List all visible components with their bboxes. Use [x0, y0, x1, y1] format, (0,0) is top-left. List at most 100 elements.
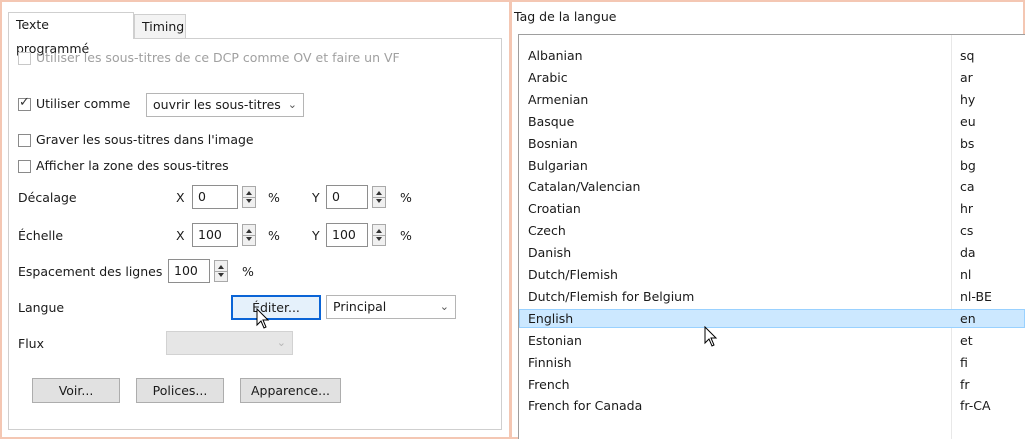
language-name: Bulgarian: [528, 157, 588, 173]
language-tag: fr-CA: [960, 398, 991, 414]
ov-vf-label: Utiliser les sous-titres de ce DCP comme…: [36, 50, 400, 65]
language-list[interactable]: Albanian sq Arabic ar Armenian hy Basque eu Bosn…: [518, 34, 1025, 439]
use-as-value: ouvrir les sous-titres: [153, 97, 281, 112]
language-name: Albanian: [528, 48, 583, 63]
offset-x-value: 0: [198, 189, 206, 204]
language-row[interactable]: Czech cs: [519, 221, 1025, 240]
offset-y-stepper[interactable]: [372, 186, 386, 208]
language-name: Danish: [528, 245, 572, 261]
scale-y-value: 100: [332, 227, 356, 242]
language-tag: da: [960, 245, 976, 261]
scale-y-stepper[interactable]: [372, 224, 386, 246]
language-tag: eu: [960, 113, 976, 129]
chevron-down-icon: ⌄: [439, 300, 449, 313]
use-as-checkbox[interactable]: [18, 95, 31, 111]
arrow-up-icon: [246, 191, 252, 195]
language-tag: fr: [960, 376, 970, 392]
language-label: Langue: [18, 300, 65, 315]
language-tag: bs: [960, 135, 975, 151]
language-tag: et: [960, 332, 973, 348]
language-select[interactable]: Principal ⌄: [326, 295, 456, 319]
language-name: Finnish: [528, 354, 572, 370]
chevron-down-icon: ⌄: [276, 336, 286, 349]
scale-y-label: Y: [312, 228, 320, 243]
language-row[interactable]: Bosnian bs: [519, 134, 1025, 153]
arrow-down-icon: [376, 199, 382, 203]
language-row[interactable]: Estonian et: [519, 331, 1025, 350]
offset-x-input[interactable]: 0: [192, 185, 238, 209]
arrow-down-icon: [246, 199, 252, 203]
language-row[interactable]: Dutch/Flemish for Belgium nl-BE: [519, 287, 1025, 306]
language-tag: fi: [960, 354, 968, 370]
offset-y-value: 0: [332, 189, 340, 204]
fonts-button[interactable]: Polices...: [136, 378, 224, 403]
language-row[interactable]: Armenian hy: [519, 90, 1025, 109]
show-area-label: Afficher la zone des sous-titres: [36, 158, 229, 173]
burn-label: Graver les sous-titres dans l'image: [36, 132, 254, 147]
language-row[interactable]: Arabic ar: [519, 68, 1025, 87]
language-tag: nl-BE: [960, 288, 992, 304]
language-tag: nl: [960, 267, 972, 282]
language-row[interactable]: Basque eu: [519, 112, 1025, 131]
scale-x-label: X: [176, 228, 185, 243]
stream-label: Flux: [18, 336, 44, 351]
use-as-select[interactable]: ouvrir les sous-titres ⌄: [146, 93, 304, 117]
language-tag: hy: [960, 91, 976, 107]
tab-programmed-text[interactable]: Texte programmé: [8, 12, 134, 56]
offset-x-stepper[interactable]: [242, 186, 256, 208]
language-value: Principal: [333, 299, 387, 314]
offset-y-label: Y: [312, 190, 320, 205]
language-row[interactable]: Bulgarian bg: [519, 156, 1025, 175]
scale-y-unit: %: [400, 228, 412, 243]
language-row[interactable]: French fr: [519, 375, 1025, 394]
arrow-up-icon: [376, 191, 382, 195]
language-row[interactable]: Catalan/Valencian ca: [519, 177, 1025, 196]
burn-checkbox[interactable]: [18, 134, 31, 147]
language-tag-title: Tag de la langue: [514, 9, 617, 24]
language-row[interactable]: Danish da: [519, 243, 1025, 262]
scale-x-input[interactable]: 100: [192, 223, 238, 247]
view-button[interactable]: Voir...: [32, 378, 120, 403]
language-row[interactable]: Finnish fi: [519, 353, 1025, 372]
ov-vf-checkbox[interactable]: [18, 52, 31, 65]
stream-select[interactable]: ⌄: [166, 331, 293, 355]
offset-label: Décalage: [18, 190, 77, 205]
language-tag: bg: [960, 157, 976, 173]
tab-timing[interactable]: Timing: [134, 14, 186, 38]
language-name: Czech: [528, 223, 566, 239]
language-tag: ar: [960, 69, 973, 85]
scale-y-input[interactable]: 100: [326, 223, 368, 247]
language-name: English: [528, 310, 574, 326]
arrow-down-icon: [246, 237, 252, 241]
offset-y-input[interactable]: 0: [326, 185, 368, 209]
language-name: Arabic: [528, 69, 568, 85]
mouse-pointer-icon: [256, 308, 270, 329]
show-area-checkbox[interactable]: [18, 160, 31, 173]
line-spacing-label: Espacement des lignes: [18, 264, 163, 279]
scale-x-value: 100: [198, 227, 222, 242]
line-spacing-stepper[interactable]: [214, 260, 228, 282]
language-tag: hr: [960, 201, 974, 217]
language-row[interactable]: Albanian sq: [519, 46, 1025, 65]
language-name: Catalan/Valencian: [528, 179, 641, 195]
arrow-up-icon: [376, 229, 382, 233]
tab-label: Timing: [142, 19, 185, 34]
edit-language-button[interactable]: Éditer...: [231, 295, 321, 320]
language-name: Armenian: [528, 91, 589, 107]
language-row[interactable]: Croatian hr: [519, 199, 1025, 218]
scale-label: Échelle: [18, 228, 64, 243]
appearance-button[interactable]: Apparence...: [240, 378, 341, 403]
language-row[interactable]: English en: [519, 308, 1025, 328]
use-as-label: Utiliser comme: [36, 96, 131, 111]
language-name: Croatian: [528, 201, 581, 217]
line-spacing-input[interactable]: 100: [168, 259, 210, 283]
chevron-down-icon: ⌄: [287, 98, 297, 111]
language-name: French for Canada: [528, 398, 643, 414]
language-row[interactable]: French for Canada fr-CA: [519, 396, 1025, 415]
scale-x-stepper[interactable]: [242, 224, 256, 246]
panel-divider: [509, 0, 512, 439]
language-name: Dutch/Flemish for Belgium: [528, 288, 695, 304]
language-row[interactable]: Dutch/Flemish nl: [519, 265, 1025, 284]
language-name: French: [528, 376, 570, 392]
language-tag: ca: [960, 179, 975, 195]
